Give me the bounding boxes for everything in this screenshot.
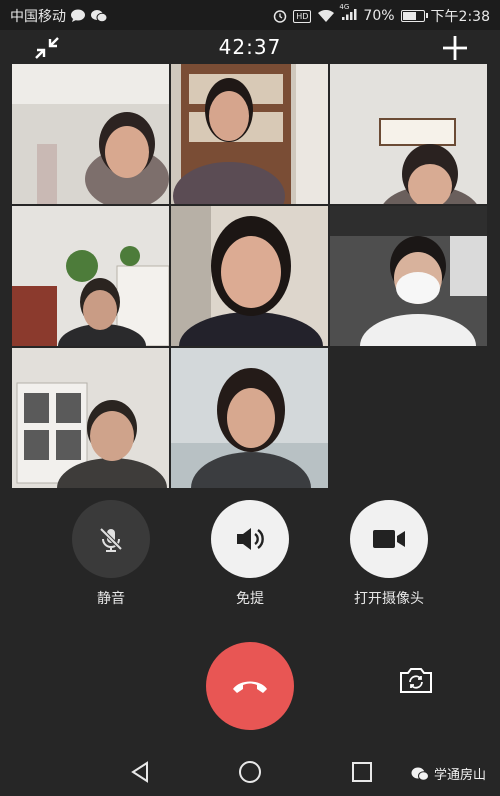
participant-video-tile[interactable] bbox=[12, 64, 169, 204]
camera-toggle-button[interactable] bbox=[350, 500, 428, 578]
clock-time: 下午2:38 bbox=[430, 9, 490, 25]
wechat-icon bbox=[91, 10, 108, 23]
add-participant-button[interactable] bbox=[440, 33, 470, 63]
speaker-icon bbox=[237, 528, 264, 550]
participant-video-feed bbox=[171, 348, 328, 488]
participant-video-feed bbox=[171, 206, 328, 346]
system-nav-bar: 学通房山 bbox=[0, 750, 500, 796]
back-button[interactable] bbox=[128, 760, 152, 784]
speaker-control: 免提 bbox=[180, 500, 320, 608]
microphone-off-icon bbox=[99, 527, 123, 552]
wifi-icon bbox=[318, 9, 335, 22]
participant-video-feed bbox=[330, 206, 487, 346]
participant-video-tile[interactable] bbox=[330, 64, 487, 204]
wechat-logo-icon bbox=[411, 767, 429, 781]
participant-video-tile[interactable] bbox=[330, 206, 487, 346]
battery-percent: 70% bbox=[363, 8, 395, 24]
mute-control: 静音 bbox=[41, 500, 181, 608]
camera-switch-icon bbox=[400, 668, 432, 693]
recents-button[interactable] bbox=[350, 760, 374, 784]
carrier-name: 中国移动 bbox=[10, 9, 66, 25]
call-duration: 42:37 bbox=[218, 35, 282, 59]
participant-video-tile[interactable] bbox=[12, 206, 169, 346]
camera-control: 打开摄像头 bbox=[319, 500, 459, 608]
video-grid bbox=[12, 64, 488, 490]
participant-video-feed bbox=[171, 64, 328, 204]
home-button[interactable] bbox=[238, 760, 262, 784]
mute-button[interactable] bbox=[72, 500, 150, 578]
participant-video-tile[interactable] bbox=[171, 348, 328, 488]
speaker-label: 免提 bbox=[236, 591, 264, 607]
phone-hangup-icon bbox=[233, 681, 267, 693]
speaker-button[interactable] bbox=[211, 500, 289, 578]
watermark-text: 学通房山 bbox=[433, 768, 486, 783]
hd-icon: HD bbox=[293, 9, 312, 23]
participant-video-tile[interactable] bbox=[12, 348, 169, 488]
switch-camera-button[interactable] bbox=[398, 665, 434, 695]
home-circle-icon bbox=[239, 761, 261, 783]
participant-video-feed bbox=[12, 206, 169, 346]
participant-video-tile[interactable] bbox=[171, 206, 328, 346]
recents-square-icon bbox=[352, 762, 372, 782]
chat-bubble-icon bbox=[71, 9, 85, 22]
participant-video-tile[interactable] bbox=[171, 64, 328, 204]
network-type-label: 4G bbox=[339, 2, 350, 11]
participant-video-feed bbox=[330, 64, 487, 204]
back-triangle-icon bbox=[131, 761, 148, 783]
mute-label: 静音 bbox=[97, 591, 125, 607]
status-bar: 中国移动 HD 4G 70% 下午2:38 bbox=[0, 0, 500, 30]
camera-label: 打开摄像头 bbox=[354, 591, 424, 607]
hang-up-button[interactable] bbox=[206, 642, 294, 730]
participant-video-feed bbox=[12, 64, 169, 204]
alarm-icon bbox=[273, 10, 287, 23]
watermark: 学通房山 bbox=[411, 764, 486, 783]
participant-video-feed bbox=[12, 348, 169, 488]
battery-icon bbox=[400, 10, 428, 22]
video-camera-icon bbox=[373, 530, 405, 548]
call-top-bar: 42:37 bbox=[0, 30, 500, 64]
plus-icon bbox=[443, 36, 467, 60]
signal-indicator: 4G bbox=[339, 3, 357, 25]
